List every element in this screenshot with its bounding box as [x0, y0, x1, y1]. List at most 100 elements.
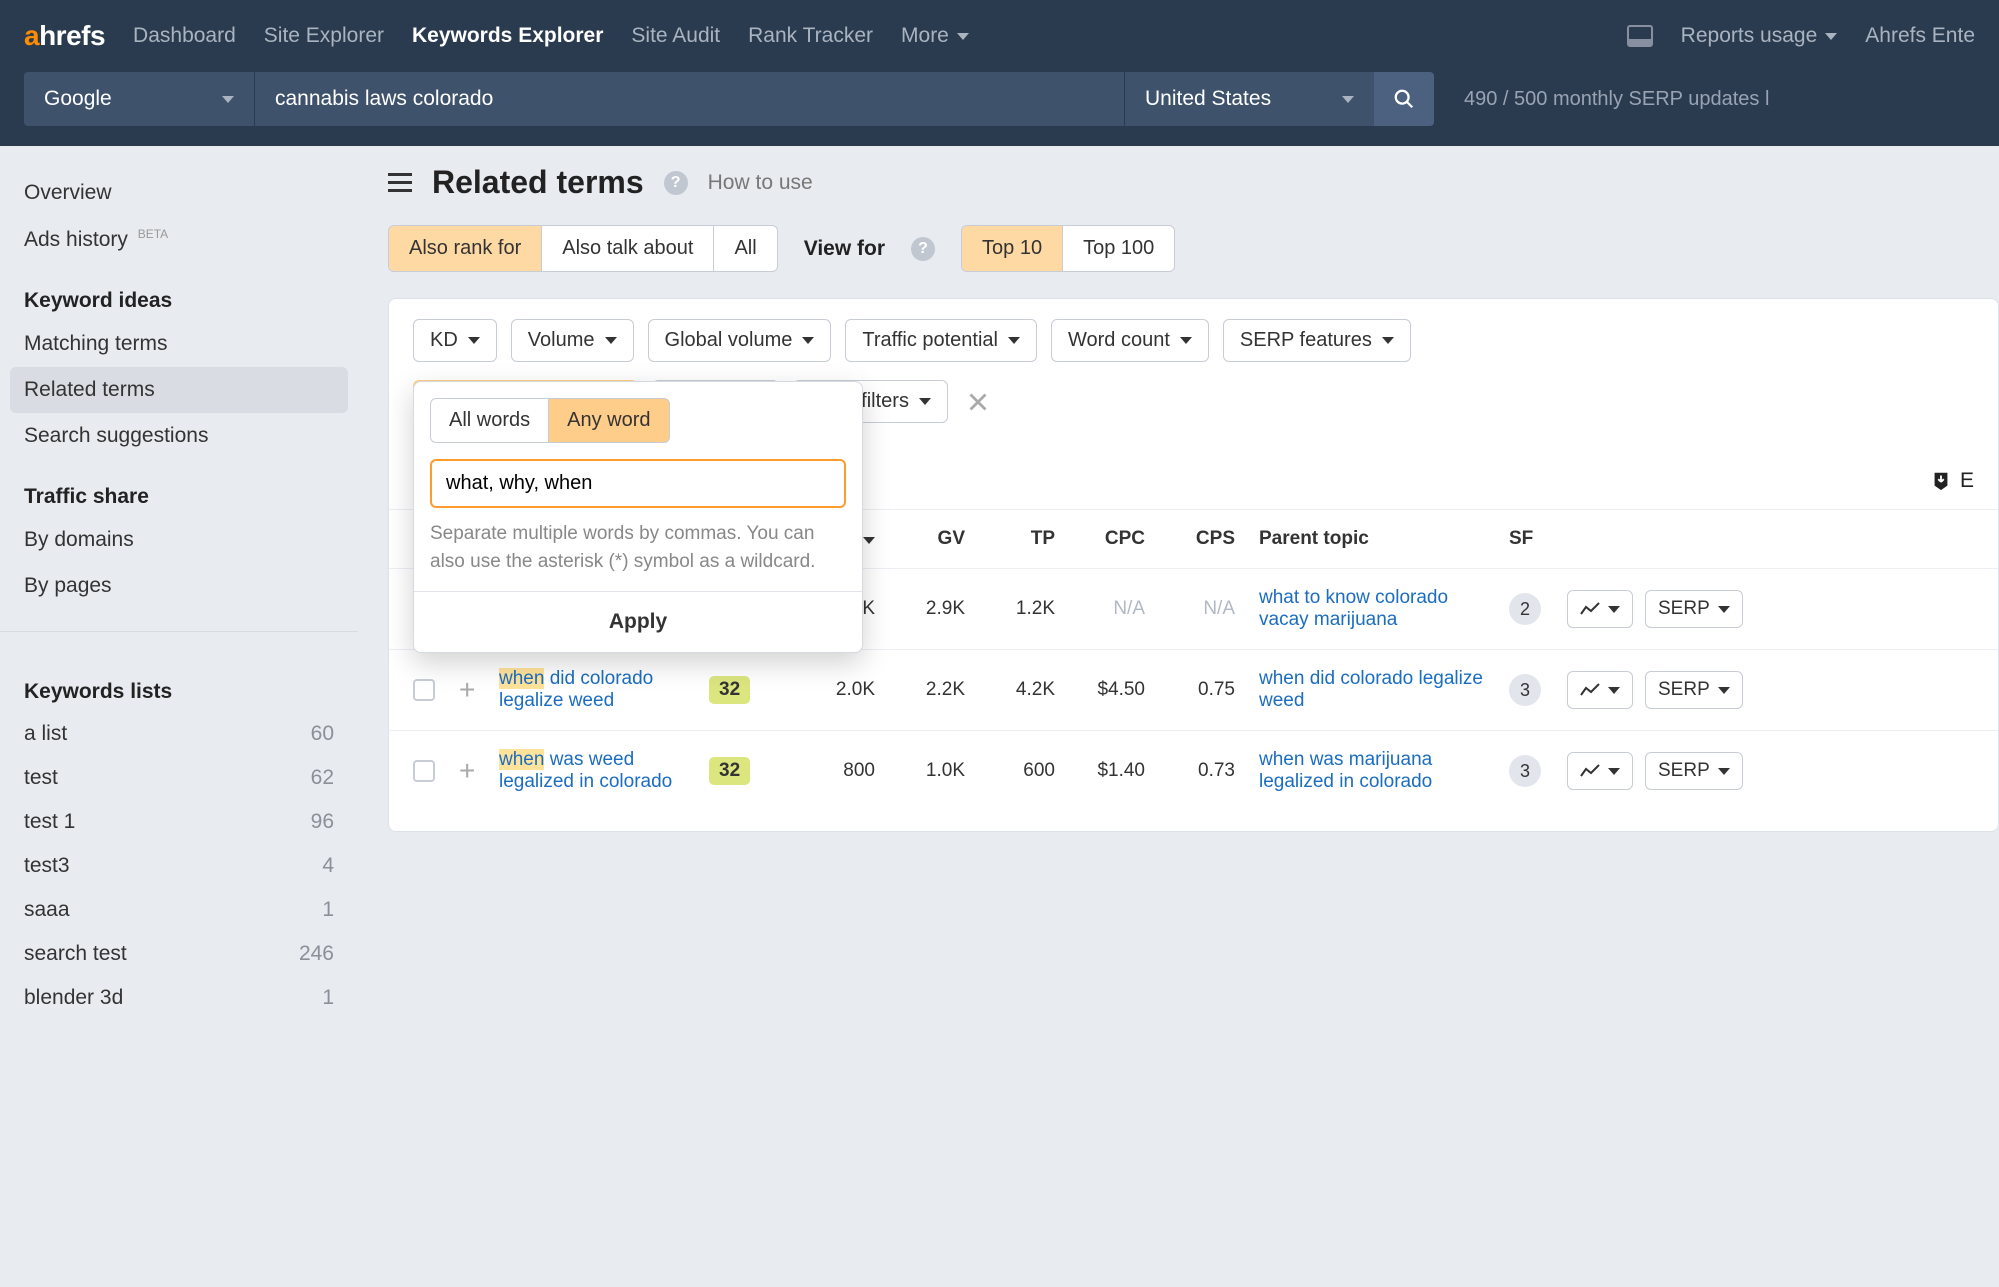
nav-more-label: More: [901, 24, 949, 48]
popup-tab-any-word[interactable]: Any word: [549, 398, 669, 443]
sidebar-matching-terms[interactable]: Matching terms: [0, 321, 358, 367]
keyword-list-item[interactable]: blender 3d1: [0, 976, 358, 1020]
filter-serp-features[interactable]: SERP features: [1223, 319, 1411, 362]
apply-button[interactable]: Apply: [414, 591, 862, 652]
brand-logo[interactable]: ahrefs: [24, 20, 105, 52]
keyword-list-item[interactable]: test 196: [0, 800, 358, 844]
search-button[interactable]: [1374, 72, 1434, 126]
parent-topic-link[interactable]: when was marijuana legalized in colorado: [1249, 749, 1489, 793]
keyword-list-item[interactable]: search test246: [0, 932, 358, 976]
popup-tab-all-words[interactable]: All words: [430, 398, 549, 443]
country-label: United States: [1145, 87, 1271, 111]
sf-badge[interactable]: 3: [1509, 755, 1541, 787]
filter-traffic-potential[interactable]: Traffic potential: [845, 319, 1037, 362]
col-sf[interactable]: SF: [1489, 528, 1549, 550]
sidebar-ads-history[interactable]: Ads history BETA: [0, 216, 358, 263]
chevron-down-icon: [222, 96, 234, 103]
nav-reports-usage[interactable]: Reports usage: [1681, 24, 1838, 48]
row-checkbox[interactable]: [413, 679, 435, 701]
trend-button[interactable]: [1567, 590, 1633, 628]
how-to-use-link[interactable]: How to use: [708, 171, 813, 195]
tab-all[interactable]: All: [714, 226, 776, 271]
search-engine-label: Google: [44, 87, 112, 111]
chevron-down-icon: [1718, 768, 1730, 775]
col-parent-topic[interactable]: Parent topic: [1249, 528, 1489, 550]
sidebar-related-terms[interactable]: Related terms: [10, 367, 348, 413]
chevron-down-icon: [1718, 606, 1730, 613]
sidebar-by-domains[interactable]: By domains: [0, 517, 358, 563]
filter-global-volume[interactable]: Global volume: [648, 319, 832, 362]
nav-rank-tracker[interactable]: Rank Tracker: [748, 24, 873, 48]
col-gv[interactable]: GV: [889, 528, 979, 550]
keyword-search-input[interactable]: [254, 72, 1124, 126]
sidebar-by-pages[interactable]: By pages: [0, 563, 358, 609]
keyword-list-item[interactable]: test62: [0, 756, 358, 800]
keyword-list-item[interactable]: test34: [0, 844, 358, 888]
chevron-down-icon: [1608, 606, 1620, 613]
expand-row-button[interactable]: +: [459, 755, 499, 787]
filter-volume[interactable]: Volume: [511, 319, 634, 362]
nav-site-audit[interactable]: Site Audit: [631, 24, 720, 48]
list-name: test3: [24, 854, 70, 878]
col-cps[interactable]: CPS: [1159, 528, 1249, 550]
nav-keywords-explorer[interactable]: Keywords Explorer: [412, 24, 603, 48]
row-checkbox[interactable]: [413, 760, 435, 782]
keyword-list-item[interactable]: saaa1: [0, 888, 358, 932]
tab-top-100[interactable]: Top 100: [1063, 226, 1174, 271]
cell-cps: 0.75: [1159, 679, 1249, 701]
nav-site-explorer[interactable]: Site Explorer: [264, 24, 384, 48]
tab-also-rank-for[interactable]: Also rank for: [389, 226, 542, 271]
nav-account[interactable]: Ahrefs Ente: [1865, 24, 1975, 48]
cell-cps: 0.73: [1159, 760, 1249, 782]
cell-tp: 600: [979, 760, 1069, 782]
keyword-link[interactable]: when did colorado legalize weed: [499, 668, 709, 712]
parent-topic-link[interactable]: what to know colorado vacay marijuana: [1249, 587, 1489, 631]
view-for-label: View for: [804, 237, 885, 261]
expand-row-button[interactable]: +: [459, 674, 499, 706]
display-icon[interactable]: [1627, 25, 1653, 47]
tab-also-talk-about[interactable]: Also talk about: [542, 226, 714, 271]
serp-button[interactable]: SERP: [1645, 671, 1743, 709]
search-engine-select[interactable]: Google: [24, 72, 254, 126]
sf-badge[interactable]: 2: [1509, 593, 1541, 625]
filter-sf-label: SERP features: [1240, 329, 1372, 352]
serp-button[interactable]: SERP: [1645, 752, 1743, 790]
serp-button[interactable]: SERP: [1645, 590, 1743, 628]
sidebar-section-keyword-ideas: Keyword ideas: [0, 263, 358, 321]
chevron-down-icon: [919, 398, 931, 405]
list-name: test 1: [24, 810, 75, 834]
help-icon[interactable]: ?: [911, 237, 935, 261]
trend-button[interactable]: [1567, 752, 1633, 790]
nav-more[interactable]: More: [901, 24, 969, 48]
list-name: a list: [24, 722, 67, 746]
clear-filters-button[interactable]: [968, 392, 988, 412]
filter-word-count[interactable]: Word count: [1051, 319, 1209, 362]
results-panel: KD Volume Global volume Traffic potentia…: [388, 298, 1999, 832]
col-cpc[interactable]: CPC: [1069, 528, 1159, 550]
filter-kd[interactable]: KD: [413, 319, 497, 362]
cell-gv: 2.9K: [889, 598, 979, 620]
menu-icon[interactable]: [388, 173, 412, 192]
main-content: Related terms ? How to use Also rank for…: [358, 146, 1999, 1044]
include-words-input[interactable]: [430, 459, 846, 508]
help-icon[interactable]: ?: [664, 171, 688, 195]
nav-dashboard[interactable]: Dashboard: [133, 24, 236, 48]
chevron-down-icon: [1008, 337, 1020, 344]
list-count: 60: [311, 722, 334, 746]
keyword-list-item[interactable]: a list 60: [0, 712, 358, 756]
sidebar-search-suggestions[interactable]: Search suggestions: [0, 413, 358, 459]
list-count: 246: [299, 942, 334, 966]
keyword-link[interactable]: when was weed legalized in colorado: [499, 749, 709, 793]
left-sidebar: Overview Ads history BETA Keyword ideas …: [0, 146, 358, 1044]
sidebar-overview[interactable]: Overview: [0, 170, 358, 216]
country-select[interactable]: United States: [1124, 72, 1374, 126]
chevron-down-icon: [468, 337, 480, 344]
export-label[interactable]: E: [1960, 469, 1974, 493]
chevron-down-icon: [1608, 768, 1620, 775]
tab-top-10[interactable]: Top 10: [962, 226, 1063, 271]
col-tp[interactable]: TP: [979, 528, 1069, 550]
download-icon[interactable]: [1930, 470, 1952, 492]
sf-badge[interactable]: 3: [1509, 674, 1541, 706]
parent-topic-link[interactable]: when did colorado legalize weed: [1249, 668, 1489, 712]
trend-button[interactable]: [1567, 671, 1633, 709]
